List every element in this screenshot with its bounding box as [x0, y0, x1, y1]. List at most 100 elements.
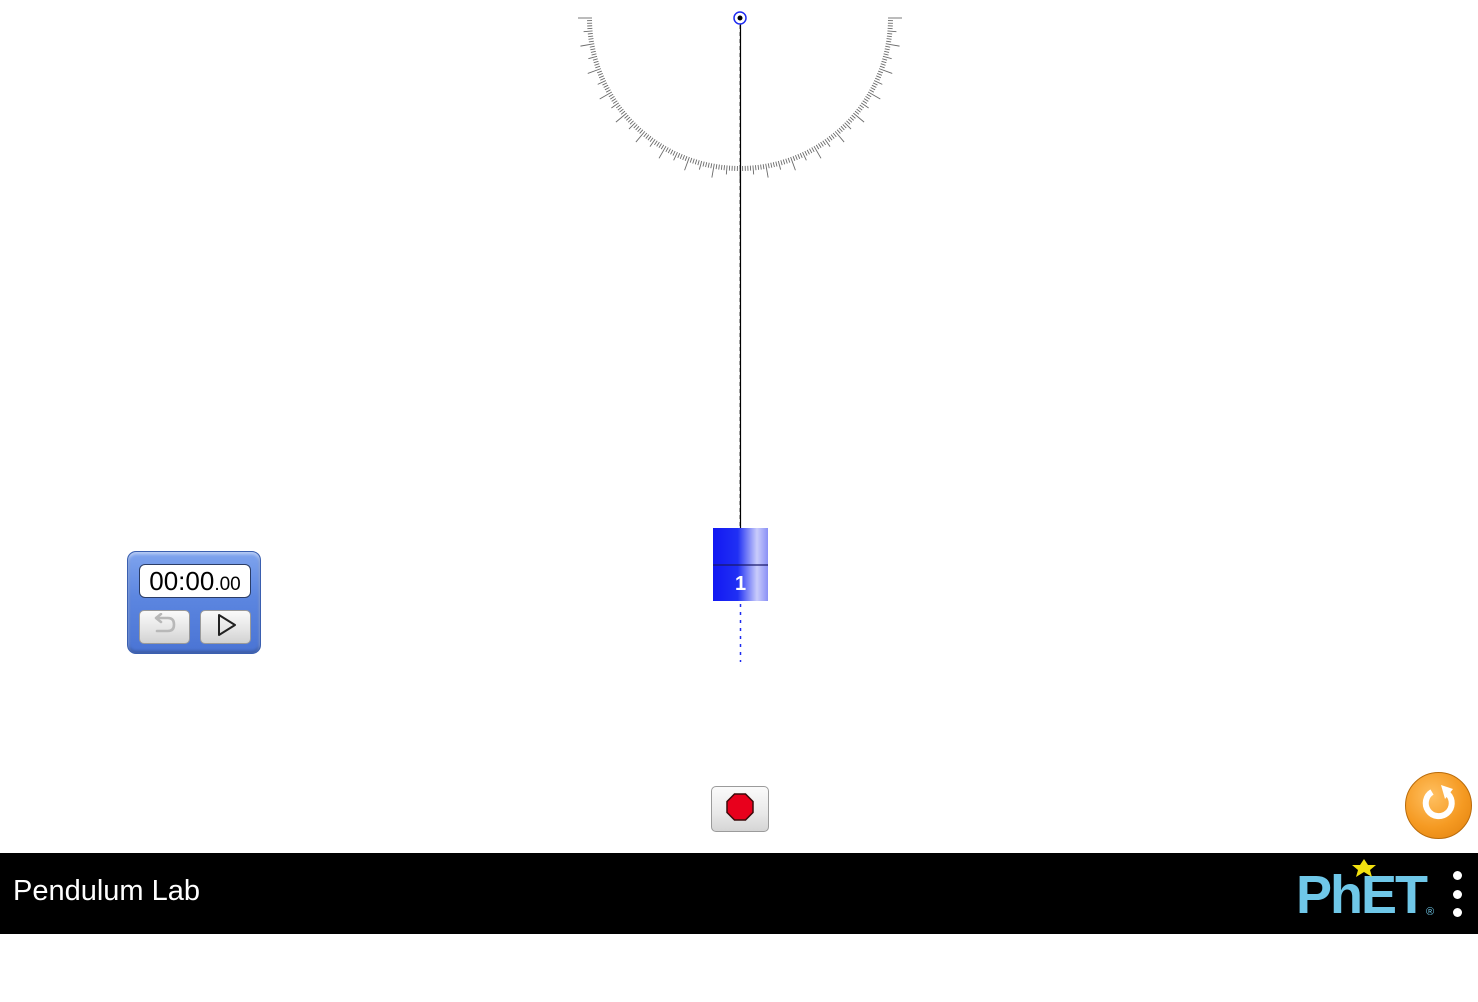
protractor-tick [647, 135, 652, 141]
protractor-tick [867, 91, 881, 100]
protractor-tick [723, 165, 725, 171]
protractor-tick [865, 96, 870, 100]
protractor-tick [608, 93, 614, 98]
protractor-tick [590, 50, 596, 53]
protractor-tick [635, 125, 640, 131]
protractor-tick [604, 87, 610, 91]
protractor-tick [815, 144, 820, 150]
sim-play-area: 1 00:00.00 [0, 0, 1478, 853]
protractor-tick [818, 143, 822, 148]
protractor-tick [715, 164, 718, 170]
protractor-tick [775, 161, 778, 167]
protractor-tick [620, 110, 626, 115]
protractor-tick [591, 53, 597, 56]
protractor-tick [580, 43, 595, 47]
protractor-tick [587, 33, 593, 35]
protractor-tick [838, 127, 843, 133]
protractor-tick [602, 82, 608, 86]
protractor-tick [846, 120, 851, 125]
protractor-tick [871, 84, 877, 88]
reset-all-icon [1417, 781, 1461, 830]
protractor-tick [656, 141, 660, 147]
protractor-tick [854, 110, 860, 115]
menu-dot [1452, 889, 1462, 899]
protractor-tick [627, 118, 633, 123]
protractor-tick [882, 58, 888, 61]
protractor-tick [869, 89, 875, 93]
protractor-tick [884, 50, 890, 53]
protractor-tick [588, 38, 594, 40]
protractor-tick [792, 156, 796, 162]
protractor-tick [720, 164, 723, 170]
protractor-tick [882, 55, 892, 60]
protractor-tick [757, 164, 760, 170]
protractor-tick [654, 140, 658, 146]
protractor-tick [851, 114, 856, 119]
protractor-tick [629, 120, 634, 125]
stopwatch-time-main: 00:00 [149, 566, 215, 596]
protractor-tick [725, 165, 728, 175]
protractor-tick [624, 114, 629, 119]
protractor-tick [611, 98, 617, 102]
protractor-tick [595, 65, 601, 69]
stop-button[interactable] [711, 786, 769, 832]
protractor-tick [883, 53, 889, 56]
pendulum-mass[interactable]: 1 [713, 528, 768, 601]
play-icon [213, 612, 239, 643]
protractor-tick [682, 155, 685, 161]
protractor-tick [840, 125, 845, 131]
protractor-tick [612, 100, 618, 104]
protractor-tick [588, 35, 594, 38]
protractor-tick [881, 60, 887, 64]
protractor-tick [820, 141, 824, 147]
protractor-tick [842, 124, 847, 129]
protractor-tick [697, 160, 700, 166]
protractor-tick [765, 163, 769, 178]
protractor-tick [866, 93, 872, 98]
stopwatch-time-fraction: .00 [214, 574, 241, 595]
protractor-tick [587, 68, 602, 74]
protractor-tick [880, 63, 886, 66]
stopwatch-play-button[interactable] [200, 610, 251, 644]
protractor-tick [760, 164, 762, 170]
protractor-tick [590, 48, 596, 51]
reset-all-button[interactable] [1405, 772, 1472, 839]
phet-logo[interactable]: PhET ® [1296, 859, 1438, 925]
protractor-tick [878, 68, 893, 74]
navigation-bar: Pendulum Lab PhET ® [0, 853, 1478, 934]
sim-title: Pendulum Lab [13, 875, 201, 907]
protractor-tick [588, 55, 598, 60]
protractor-tick [667, 148, 671, 154]
protractor-tick [639, 129, 644, 134]
protractor-tick [830, 134, 835, 139]
protractor-tick [605, 89, 611, 93]
protractor-tick [677, 153, 681, 158]
protractor-tick [619, 108, 624, 113]
protractor-tick [780, 160, 783, 166]
protractor-tick [698, 160, 703, 170]
protractor-tick [811, 147, 815, 153]
protractor-tick [649, 137, 654, 143]
protractor-tick [782, 159, 786, 165]
protractor-tick [806, 149, 810, 155]
protractor-tick [672, 150, 676, 156]
stopwatch[interactable]: 00:00.00 [127, 551, 261, 654]
menu-dot [1452, 871, 1462, 880]
protractor-tick [598, 75, 604, 79]
protractor-tick [588, 40, 594, 43]
phet-logo-registered: ® [1426, 906, 1434, 918]
protractor-tick [884, 48, 890, 51]
protractor-tick [694, 159, 698, 165]
protractor-tick [752, 165, 755, 175]
kebab-menu-icon[interactable] [1446, 871, 1468, 917]
protractor-tick [790, 156, 796, 171]
protractor-tick [628, 122, 636, 130]
protractor-tick [886, 35, 892, 38]
protractor-tick [886, 38, 892, 40]
protractor-tick [847, 118, 853, 123]
stopwatch-reset-button[interactable] [139, 610, 190, 644]
protractor-tick [705, 162, 708, 168]
protractor-tick [770, 162, 773, 168]
protractor-tick [804, 150, 808, 156]
protractor-tick [797, 154, 801, 160]
